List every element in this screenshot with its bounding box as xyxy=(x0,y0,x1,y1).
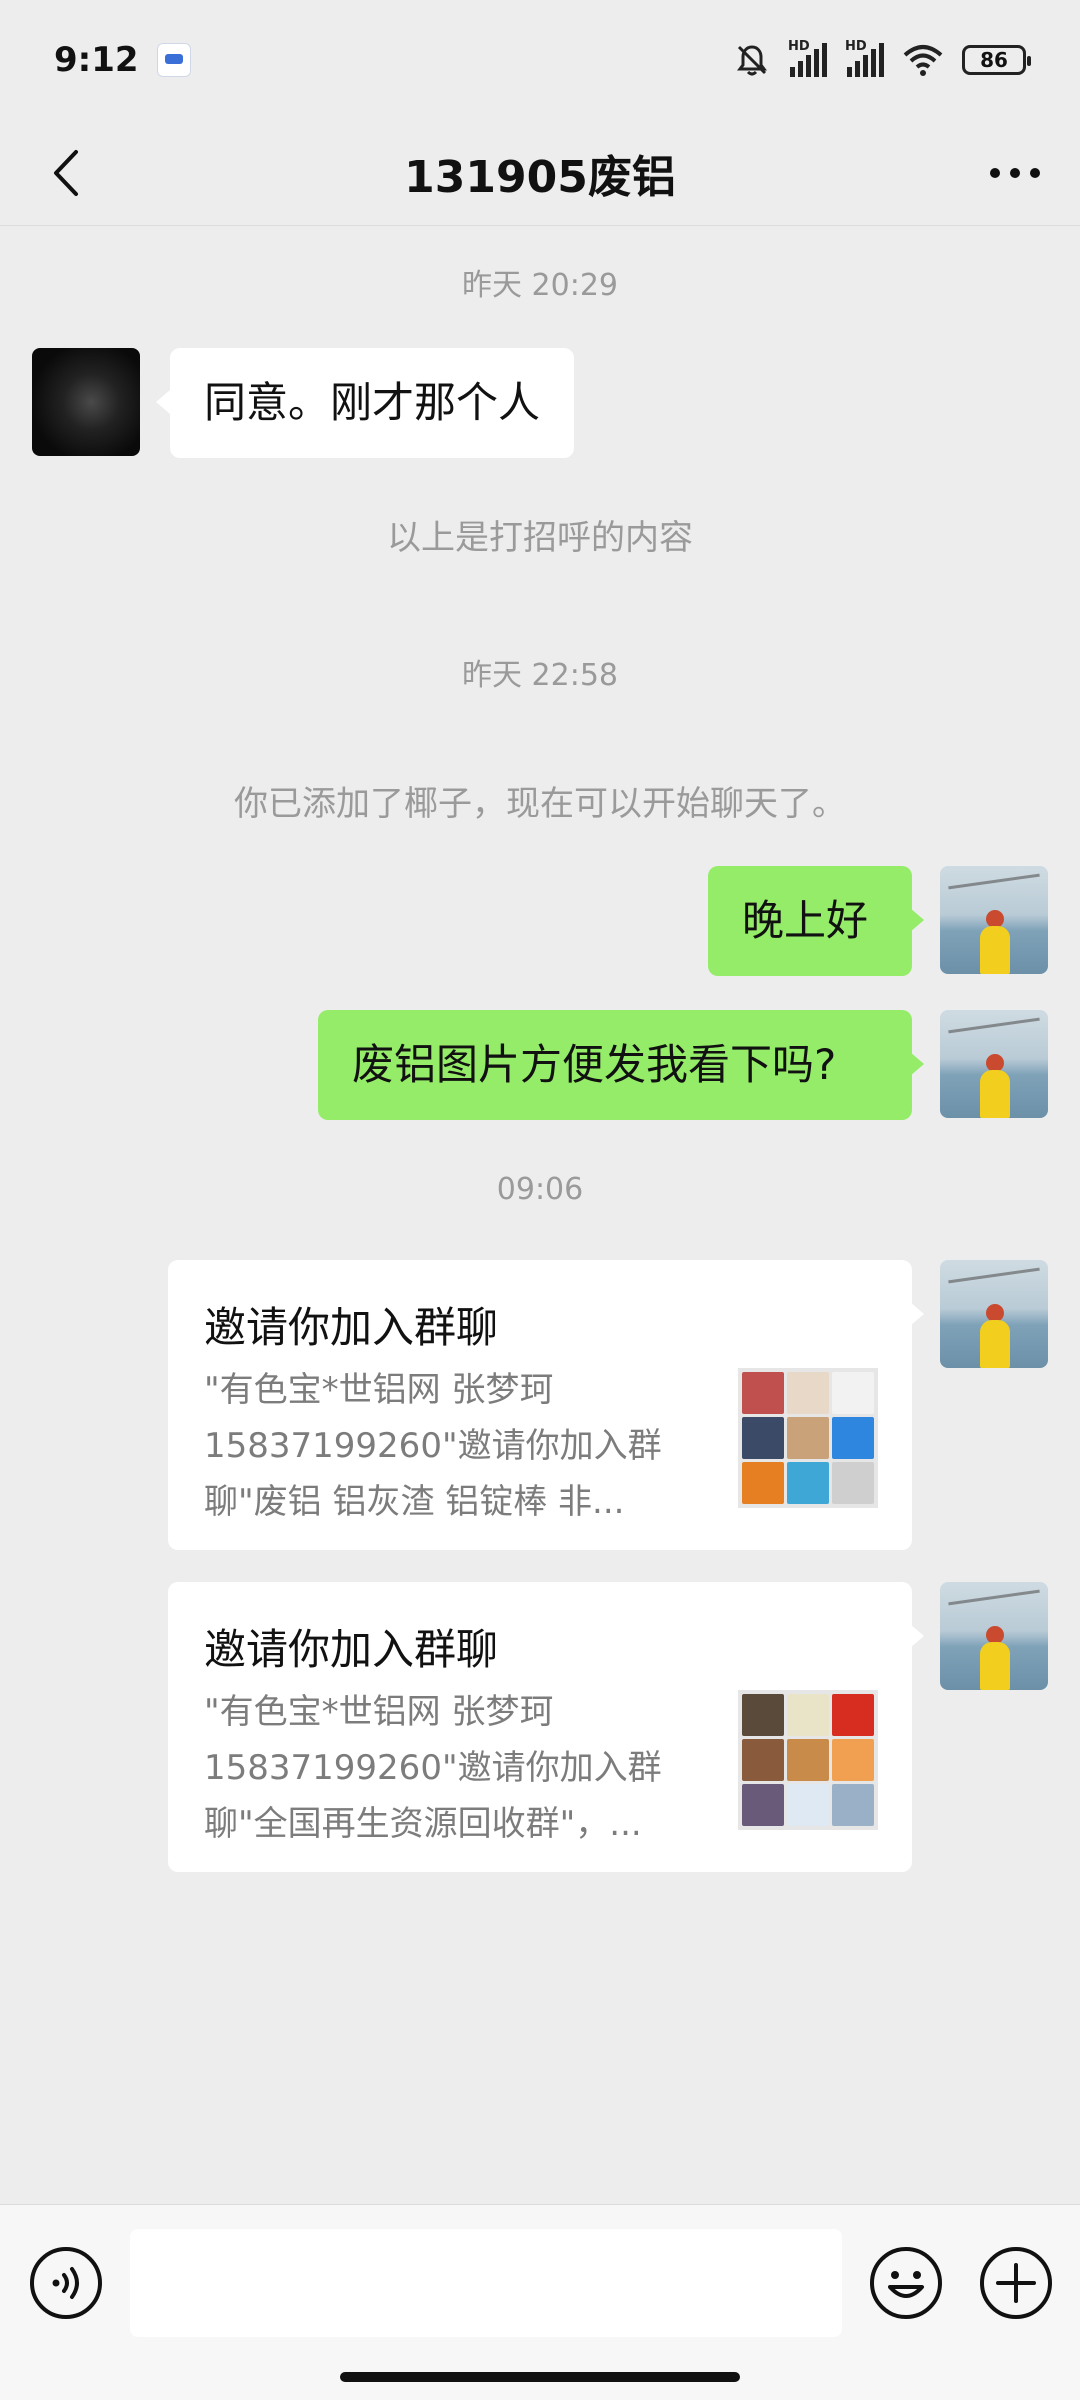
system-notice: 以上是打招呼的内容 xyxy=(387,518,693,558)
more-actions-button[interactable] xyxy=(978,2245,1054,2321)
group-avatar-thumbnail xyxy=(738,1690,878,1830)
input-bar xyxy=(0,2204,1080,2400)
sent-message[interactable]: 废铝图片方便发我看下吗? xyxy=(318,1010,912,1120)
system-notice: 你已添加了椰子，现在可以开始聊天了。 xyxy=(234,784,846,824)
my-avatar[interactable] xyxy=(940,1582,1048,1690)
mute-bell-icon xyxy=(737,45,767,76)
app-notification-icon xyxy=(156,43,191,77)
timestamp: 09:06 xyxy=(496,1172,584,1207)
battery-level: 86 xyxy=(980,48,1008,72)
bubble-tail xyxy=(910,908,924,932)
emoji-button[interactable] xyxy=(868,2245,944,2321)
plus-icon xyxy=(980,2247,1052,2319)
wifi-icon xyxy=(903,45,943,76)
group-avatar-thumbnail xyxy=(738,1368,878,1508)
bubble-tail xyxy=(910,1624,924,1648)
card-description: "有色宝*世铝网 张梦珂 15837199260"邀请你加入群 聊"全国再生资源… xyxy=(204,1692,662,1844)
emoji-icon xyxy=(870,2247,942,2319)
bubble-tail xyxy=(910,1302,924,1326)
group-invite-card[interactable]: 邀请你加入群聊 "有色宝*世铝网 张梦珂 15837199260"邀请你加入群 … xyxy=(168,1582,912,1872)
status-bar: 9:12 HD HD 86 xyxy=(0,0,1080,120)
my-avatar[interactable] xyxy=(940,1010,1048,1118)
home-indicator[interactable] xyxy=(340,2372,740,2382)
message-text: 同意。刚才那个人 xyxy=(204,377,541,427)
status-time: 9:12 xyxy=(54,40,139,80)
received-message[interactable]: 同意。刚才那个人 xyxy=(170,348,575,458)
bubble-tail xyxy=(156,390,170,414)
more-options-button[interactable] xyxy=(980,138,1050,208)
chat-title: 131905废铝 xyxy=(404,151,676,203)
back-button[interactable] xyxy=(30,138,100,208)
contact-avatar[interactable] xyxy=(32,348,140,456)
message-input[interactable] xyxy=(130,2229,842,2337)
more-dots-icon xyxy=(990,168,1040,178)
group-invite-card[interactable]: 邀请你加入群聊 "有色宝*世铝网 张梦珂 15837199260"邀请你加入群 … xyxy=(168,1260,912,1550)
voice-button[interactable] xyxy=(28,2245,104,2321)
signal-icon: HD xyxy=(845,39,884,77)
card-title: 邀请你加入群聊 xyxy=(204,1303,499,1352)
card-description: "有色宝*世铝网 张梦珂 15837199260"邀请你加入群 聊"废铝 铝灰渣… xyxy=(204,1370,662,1522)
message-text: 晚上好 xyxy=(742,895,869,945)
battery-icon: 86 xyxy=(962,45,1031,75)
signal-icon: HD xyxy=(788,39,827,77)
bubble-tail xyxy=(910,1052,924,1076)
sent-message[interactable]: 晚上好 xyxy=(708,866,912,976)
chat-header: 131905废铝 xyxy=(0,120,1080,226)
card-title: 邀请你加入群聊 xyxy=(204,1625,499,1674)
my-avatar[interactable] xyxy=(940,866,1048,974)
my-avatar[interactable] xyxy=(940,1260,1048,1368)
chevron-left-icon xyxy=(54,150,78,196)
message-text: 废铝图片方便发我看下吗? xyxy=(352,1039,837,1089)
timestamp: 昨天 22:58 xyxy=(462,658,618,693)
voice-icon xyxy=(30,2247,102,2319)
timestamp: 昨天 20:29 xyxy=(462,268,618,303)
